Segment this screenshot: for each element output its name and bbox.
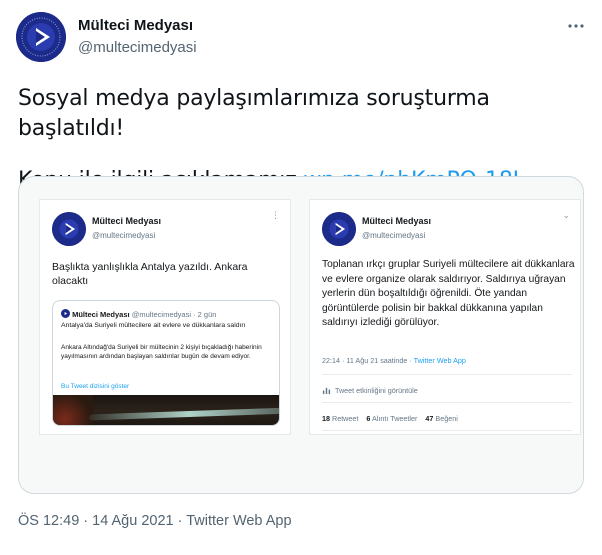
author-name[interactable]: Mülteci Medyası	[78, 17, 193, 34]
media-card[interactable]: Mülteci Medyası @multecimedyasi ⋮ Başlık…	[18, 176, 584, 494]
quote-headline: Antalya'da Suriyeli mültecilere ait evle…	[61, 322, 246, 329]
avatar	[322, 212, 356, 246]
play-logo-icon	[61, 309, 70, 318]
quote-thread-link: Bu Tweet dizisini göster	[61, 383, 130, 390]
retweet-label: Retweet	[332, 414, 359, 423]
tweet-activity: Tweet etkinliğini görüntüle	[322, 386, 418, 395]
avatar[interactable]	[16, 12, 66, 62]
quote-count: 6	[366, 414, 371, 423]
divider	[322, 402, 572, 403]
quote-label: Alıntı Tweetler	[371, 414, 418, 423]
avatar	[52, 212, 86, 246]
author-handle: @multecimedyasi	[92, 231, 156, 240]
divider	[322, 374, 572, 375]
meta-app: Twitter Web App	[413, 356, 466, 365]
author-name: Mülteci Medyası	[92, 216, 162, 226]
tweet-timestamp[interactable]: ÖS 12:49 · 14 Ağu 2021 · Twitter Web App	[18, 513, 292, 529]
bar-chart-icon	[322, 387, 331, 395]
like-label: Beğeni	[435, 414, 458, 423]
play-logo-icon	[322, 212, 356, 246]
play-logo-icon	[16, 12, 66, 62]
like-count: 47	[425, 414, 434, 423]
screenshot-text: Başlıkta yanlışlıkla Antalya yazıldı. An…	[52, 261, 248, 287]
chevron-down-icon: ⌄	[562, 210, 570, 220]
quote-name: Mülteci Medyası	[72, 310, 130, 319]
tweet-line-1: Sosyal medya paylaşımlarımıza soruşturma…	[18, 86, 490, 141]
author-handle: @multecimedyasi	[362, 231, 426, 240]
more-horizontal-icon[interactable]	[564, 14, 588, 38]
media-image-right[interactable]: Mülteci Medyası @multecimedyasi ⌄ Toplan…	[309, 199, 581, 435]
quoted-tweet: Mülteci Medyası @multecimedyasi · 2 gün …	[52, 300, 280, 426]
meta-time: 22:14 · 11 Ağu 21 saatinde ·	[322, 356, 414, 365]
quote-body: Ankara Altındağ'da Suriyeli bir mültecin…	[61, 344, 262, 360]
retweet-count: 18	[322, 414, 330, 423]
activity-label: Tweet etkinliğini görüntüle	[335, 386, 418, 395]
quote-handle-time: @multecimedyasi · 2 gün	[131, 310, 217, 319]
quote-image	[53, 395, 279, 425]
screenshot-meta: 22:14 · 11 Ağu 21 saatinde · Twitter Web…	[322, 356, 466, 365]
author-name: Mülteci Medyası	[362, 216, 432, 226]
media-image-left[interactable]: Mülteci Medyası @multecimedyasi ⋮ Başlık…	[39, 199, 291, 435]
tweet-stats: 18 Retweet 6 Alıntı Tweetler 47 Beğeni	[322, 414, 458, 423]
more-vertical-icon: ⋮	[271, 210, 280, 220]
play-logo-icon	[52, 212, 86, 246]
quote-header: Mülteci Medyası @multecimedyasi · 2 gün	[61, 309, 216, 319]
divider	[322, 430, 572, 431]
author-handle[interactable]: @multecimedyasi	[78, 39, 197, 56]
screenshot-text: Toplanan ırkçı gruplar Suriyeli mültecil…	[322, 259, 575, 329]
